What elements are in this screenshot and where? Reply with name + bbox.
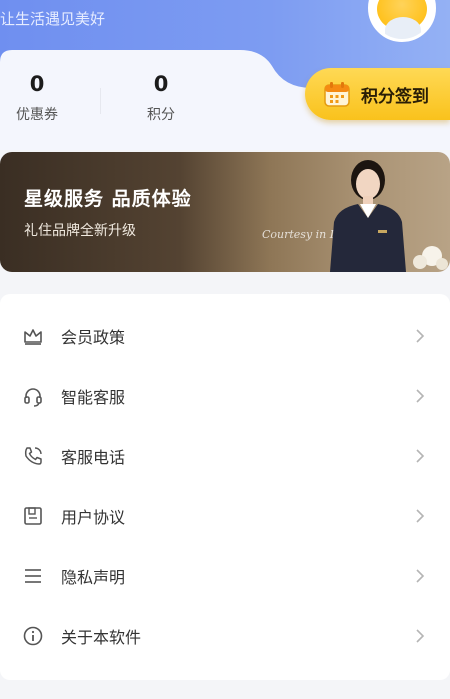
menu-item-user-agreement[interactable]: 用户协议 xyxy=(0,486,450,546)
document-icon xyxy=(24,507,42,525)
menu-label-about: 关于本软件 xyxy=(61,628,142,647)
crown-icon xyxy=(24,329,42,345)
promo-banner[interactable]: 星级服务 品质体验 礼住品牌全新升级 Courtesy in Life xyxy=(0,152,450,272)
points-signin-button[interactable]: 积分签到 xyxy=(305,68,450,120)
points-count: 0 xyxy=(153,72,169,96)
points-stat[interactable]: 0 积分 xyxy=(121,72,201,124)
headset-icon xyxy=(24,388,42,407)
menu-item-privacy[interactable]: 隐私声明 xyxy=(0,546,450,606)
chevron-right-icon xyxy=(416,449,425,463)
avatar-body xyxy=(385,17,421,39)
menu-item-member-policy[interactable]: 会员政策 xyxy=(0,306,450,366)
menu-item-smart-service[interactable]: 智能客服 xyxy=(0,366,450,426)
points-label: 积分 xyxy=(147,107,175,123)
menu-card: 会员政策 智能客服 客服电话 用户协议 隐私声明 关于本软件 xyxy=(0,294,450,680)
menu-item-service-phone[interactable]: 客服电话 xyxy=(0,426,450,486)
banner-title: 星级服务 品质体验 xyxy=(24,188,192,210)
coupon-count: 0 xyxy=(29,72,45,96)
coupon-stat[interactable]: 0 优惠券 xyxy=(0,72,77,124)
menu-label-service-phone: 客服电话 xyxy=(61,448,126,467)
chevron-right-icon xyxy=(416,629,425,643)
info-icon xyxy=(23,626,43,646)
calendar-icon xyxy=(324,82,350,107)
list-icon xyxy=(25,569,41,583)
flower-decoration xyxy=(413,246,448,270)
menu-label-member-policy: 会员政策 xyxy=(61,328,126,347)
banner-subtitle: 礼住品牌全新升级 xyxy=(24,223,136,239)
chevron-right-icon xyxy=(416,509,425,523)
chevron-right-icon xyxy=(416,329,425,343)
signin-label: 积分签到 xyxy=(361,86,429,107)
coupon-label: 优惠券 xyxy=(16,107,58,123)
chevron-right-icon xyxy=(416,569,425,583)
hostess-illustration xyxy=(330,160,406,272)
menu-label-smart-service: 智能客服 xyxy=(61,388,126,407)
menu-label-privacy: 隐私声明 xyxy=(61,568,126,587)
header-tagline: 让生活遇见美好 xyxy=(0,10,106,28)
menu-item-about[interactable]: 关于本软件 xyxy=(0,606,450,666)
phone-icon xyxy=(24,447,42,465)
stats-divider xyxy=(100,88,101,114)
chevron-right-icon xyxy=(416,389,425,403)
menu-label-user-agreement: 用户协议 xyxy=(61,508,126,527)
